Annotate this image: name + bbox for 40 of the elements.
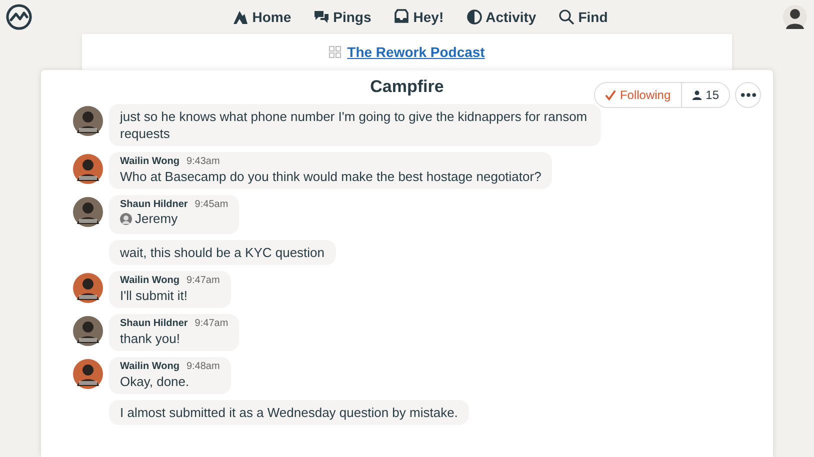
mention-chip[interactable]: Jeremy [120, 211, 178, 226]
grid-icon [329, 46, 342, 58]
logo-icon[interactable] [5, 3, 33, 31]
message-text: just so he knows what phone number I'm going to give the kidnappers for ransom requests [120, 108, 588, 142]
mention-name: Jeremy [135, 211, 178, 226]
inbox-icon [393, 9, 410, 25]
nav-link[interactable]: Find [558, 9, 608, 25]
message-text: thank you! [120, 330, 181, 346]
message-time: 9:43am [186, 156, 220, 167]
chat-bubbles-icon [313, 9, 330, 25]
user-avatar[interactable] [783, 5, 807, 29]
message-time: 9:47am [194, 318, 228, 328]
more-button[interactable] [735, 82, 761, 108]
person-icon [692, 90, 702, 100]
message-text: Who at Basecamp do you think would make the best hostage negotiator? [120, 168, 542, 185]
project-link[interactable]: The Rework Podcast [347, 44, 485, 60]
author-name: Wailin Wong [120, 274, 180, 286]
checkmark-icon [604, 90, 616, 100]
mountain-icon [232, 9, 250, 25]
message-time: 9:48am [186, 360, 220, 372]
author-name: Wailin Wong [120, 360, 180, 372]
nav-link[interactable]: Pings [313, 9, 372, 25]
half-circle-icon [466, 9, 483, 25]
message-time: 9:47am [186, 274, 220, 286]
author-name: Shaun Hildner [120, 199, 188, 210]
following-button[interactable]: Following [594, 83, 682, 107]
author-name: Shaun Hildner [120, 318, 188, 328]
message-text: I almost submitted it as a Wednesday question by mistake. [120, 404, 458, 420]
nav-link[interactable]: Hey! [393, 9, 444, 25]
person-avatar-icon [120, 212, 132, 224]
search-icon [558, 9, 576, 25]
message-time: 9:45am [194, 199, 228, 210]
ellipsis-icon [740, 93, 756, 97]
card-title: Campfire [370, 77, 444, 97]
nav-link[interactable]: Activity [466, 9, 536, 25]
nav-link[interactable]: Home [232, 9, 292, 25]
message-text: I'll submit it! [120, 286, 188, 304]
message-text: Okay, done. [120, 372, 190, 390]
author-name: Wailin Wong [120, 156, 180, 167]
message-text: wait, this should be a KYC question [120, 244, 325, 260]
